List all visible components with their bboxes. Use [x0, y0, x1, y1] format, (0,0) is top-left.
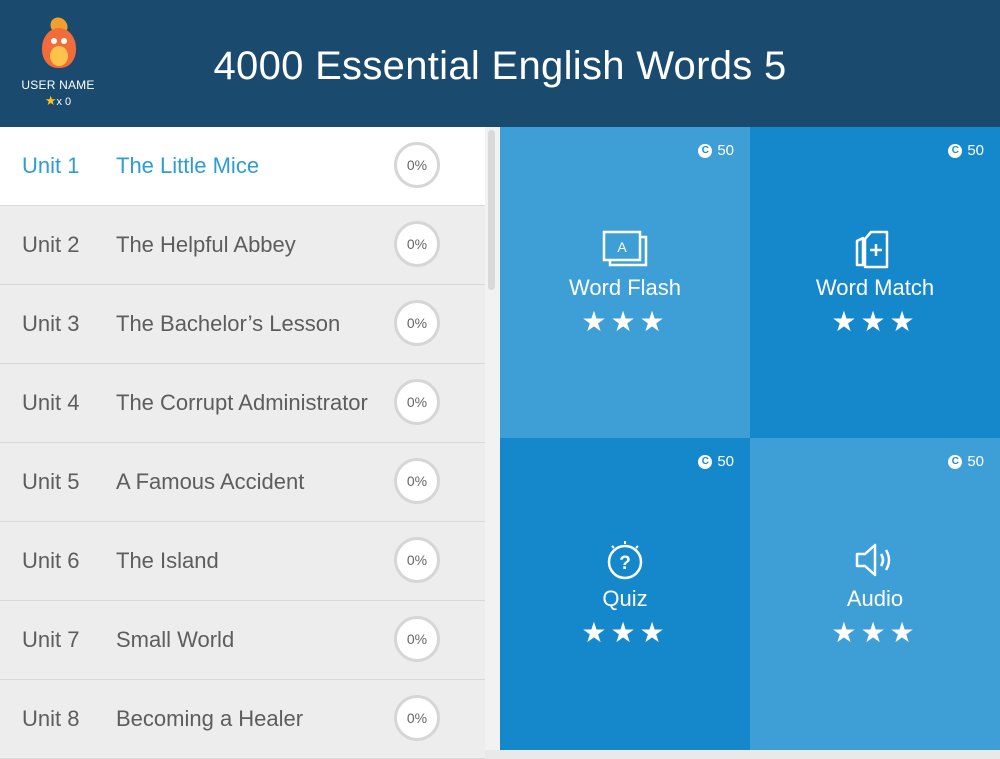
coin-icon: C	[698, 143, 713, 158]
unit-title: The Corrupt Administrator	[116, 390, 368, 415]
coin-icon: C	[948, 454, 963, 469]
coin-icon: C	[948, 143, 963, 158]
progress-circle: 0%	[394, 616, 440, 662]
coin-badge: C 50	[948, 142, 984, 159]
unit-title: The Island	[116, 548, 219, 573]
unit-number: Unit 1	[22, 153, 80, 178]
unit-title: Small World	[116, 627, 235, 652]
speaker-icon	[855, 543, 891, 577]
unit-title: The Little Mice	[116, 153, 260, 178]
card-match-icon	[855, 230, 889, 269]
word-match-tile[interactable]: C 50 Word Match ★★★	[750, 127, 1000, 438]
progress-circle: 0%	[394, 379, 440, 425]
quiz-tile[interactable]: C 50 ? Quiz ★★★	[500, 438, 750, 750]
activity-label: Word Match	[815, 275, 935, 300]
unit-number: Unit 8	[22, 706, 80, 731]
unit-row-2[interactable]: Unit 2 The Helpful Abbey 0%	[0, 206, 485, 285]
unit-number: Unit 3	[22, 311, 80, 336]
scrollbar-thumb[interactable]	[488, 130, 495, 290]
activity-label: Word Flash	[568, 275, 682, 300]
unit-list: Unit 1 The Little Mice 0% Unit 2 The Hel…	[0, 127, 485, 759]
unit-title: Becoming a Healer	[116, 706, 304, 731]
activity-label: Audio	[846, 586, 904, 611]
coin-icon: C	[698, 454, 713, 469]
unit-row-6[interactable]: Unit 6 The Island 0%	[0, 522, 485, 601]
progress-circle: 0%	[394, 695, 440, 741]
activity-label: Quiz	[602, 586, 648, 611]
star-rating: ★★★	[831, 306, 919, 337]
unit-row-8[interactable]: Unit 8 Becoming a Healer 0%	[0, 680, 485, 759]
star-count: ★x 0	[44, 93, 72, 108]
audio-tile[interactable]: C 50 Audio ★★★	[750, 438, 1000, 750]
unit-row-7[interactable]: Unit 7 Small World 0%	[0, 601, 485, 680]
coin-badge: C 50	[698, 453, 734, 470]
unit-number: Unit 4	[22, 390, 80, 415]
unit-row-5[interactable]: Unit 5 A Famous Accident 0%	[0, 443, 485, 522]
quiz-bulb-icon: ?	[607, 541, 643, 580]
progress-circle: 0%	[394, 221, 440, 267]
page-title: 4000 Essential English Words 5	[213, 44, 787, 88]
star-rating: ★★★	[581, 306, 669, 337]
unit-row-1[interactable]: Unit 1 The Little Mice 0%	[0, 127, 485, 206]
unit-title: The Bachelor’s Lesson	[116, 311, 341, 336]
progress-circle: 0%	[394, 142, 440, 188]
flashcard-icon: A	[602, 230, 648, 267]
star-rating: ★★★	[831, 617, 919, 648]
coin-badge: C 50	[948, 453, 984, 470]
header: USER NAME ★x 0 4000 Essential English Wo…	[0, 0, 1000, 127]
unit-number: Unit 2	[22, 232, 80, 257]
coin-badge: C 50	[698, 142, 734, 159]
unit-number: Unit 7	[22, 627, 80, 652]
progress-circle: 0%	[394, 537, 440, 583]
unit-number: Unit 5	[22, 469, 80, 494]
star-icon: ★	[44, 93, 57, 108]
unit-row-3[interactable]: Unit 3 The Bachelor’s Lesson 0%	[0, 285, 485, 364]
progress-circle: 0%	[394, 458, 440, 504]
star-rating: ★★★	[581, 617, 669, 648]
svg-text:?: ?	[619, 553, 631, 574]
unit-row-4[interactable]: Unit 4 The Corrupt Administrator 0%	[0, 364, 485, 443]
svg-text:A: A	[617, 239, 627, 255]
unit-number: Unit 6	[22, 548, 80, 573]
progress-circle: 0%	[394, 300, 440, 346]
word-flash-tile[interactable]: C 50 A Word Flash ★★★	[500, 127, 750, 438]
unit-title: The Helpful Abbey	[116, 232, 296, 257]
unit-title: A Famous Accident	[116, 469, 305, 494]
